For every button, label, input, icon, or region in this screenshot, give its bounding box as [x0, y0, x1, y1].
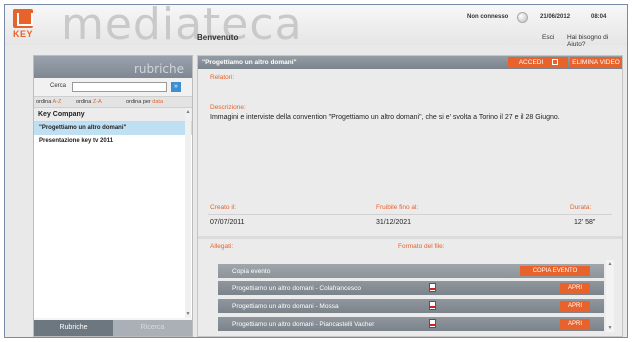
- sidebar-scrollbar[interactable]: ▲ ▼: [185, 108, 191, 318]
- list-item[interactable]: Presentazione key tv 2011: [34, 135, 192, 148]
- app-brand-title: mediateca: [61, 4, 303, 50]
- apri-button[interactable]: APRI: [560, 283, 590, 293]
- scroll-down-icon[interactable]: ▼: [606, 325, 614, 331]
- copia-evento-button[interactable]: COPIA EVENTO: [520, 266, 590, 276]
- attachment-row: Progettiamo un altro domani - Mossa APRI: [218, 299, 604, 313]
- connection-indicator-icon: [517, 12, 528, 23]
- welcome-text: Benvenuto: [197, 33, 239, 42]
- fruibile-value: 31/12/2021: [376, 219, 412, 226]
- connection-status: Non connesso: [467, 14, 509, 20]
- scroll-up-icon[interactable]: ▲: [606, 261, 614, 267]
- sidebar-tabs: Rubriche Ricerca: [34, 320, 192, 336]
- logo-mark-icon: [13, 9, 33, 28]
- scroll-up-icon[interactable]: ▲: [185, 109, 191, 115]
- logo-text: KEY: [12, 29, 33, 39]
- creato-label: Creato il:: [210, 204, 237, 211]
- help-link[interactable]: Hai bisogno di Aiuto?: [567, 34, 627, 48]
- app-window: KEY mediateca Benvenuto Non connesso 21/…: [4, 4, 628, 338]
- attachments-separator: [198, 236, 622, 239]
- video-detail-panel: "Progettiamo un altro domani" ACCEDI ELI…: [197, 55, 623, 337]
- pdf-icon: [429, 319, 436, 328]
- sidebar-search: Cerca »: [34, 78, 192, 96]
- attachment-name: Copia evento: [232, 267, 271, 275]
- list-group-header: Key Company: [34, 108, 192, 122]
- creato-value: 07/07/2011: [210, 219, 245, 226]
- rubriche-list: Key Company "Progettiamo un altro domani…: [34, 108, 192, 318]
- exit-link[interactable]: Esci: [542, 34, 554, 41]
- login-icon: [552, 59, 558, 65]
- apri-button[interactable]: APRI: [560, 301, 590, 311]
- formato-label: Formato del file:: [398, 243, 445, 250]
- date-display: 21/06/2012: [540, 14, 571, 20]
- fruibile-label: Fruibile fino al:: [376, 204, 419, 211]
- sort-az-link[interactable]: ordina A-Z: [36, 99, 61, 105]
- relatori-label: Relatori:: [210, 74, 235, 81]
- key-logo: KEY: [11, 9, 35, 41]
- sidebar-title: rubriche: [34, 56, 192, 78]
- apri-button[interactable]: APRI: [560, 319, 590, 329]
- search-button[interactable]: »: [171, 82, 181, 92]
- descrizione-text: Immagini e interviste della convention "…: [210, 114, 560, 121]
- sort-bar: ordina A-Z ordina Z-A ordina per data: [34, 96, 192, 108]
- list-item[interactable]: "Progettiamo un altro domani": [34, 122, 192, 135]
- tab-rubriche[interactable]: Rubriche: [34, 320, 113, 336]
- search-label: Cerca: [50, 83, 67, 89]
- allegati-label: Allegati:: [210, 243, 234, 250]
- header: KEY mediateca Benvenuto Non connesso 21/…: [5, 5, 627, 50]
- sort-za-link[interactable]: ordina Z-A: [76, 99, 102, 105]
- attachment-name: Progettiamo un altro domani - Mossa: [232, 302, 339, 310]
- elimina-video-button[interactable]: ELIMINA VIDEO: [570, 57, 622, 68]
- sort-date-link[interactable]: ordina per data: [126, 99, 163, 105]
- attachment-row: Progettiamo un altro domani - Piancastel…: [218, 317, 604, 331]
- video-title: "Progettiamo un altro domani": [202, 59, 297, 66]
- search-input[interactable]: [72, 82, 167, 92]
- info-divider: [208, 214, 612, 215]
- attachment-name: Progettiamo un altro domani - Piancastel…: [232, 320, 375, 328]
- time-display: 08:04: [591, 14, 607, 20]
- pdf-icon: [429, 301, 436, 310]
- accedi-button[interactable]: ACCEDI: [508, 57, 568, 68]
- scroll-down-icon[interactable]: ▼: [185, 311, 191, 317]
- sidebar: rubriche Cerca » ordina A-Z ordina Z-A o…: [33, 55, 193, 337]
- tab-ricerca[interactable]: Ricerca: [113, 320, 192, 336]
- descrizione-label: Descrizione:: [210, 104, 246, 111]
- durata-value: 12' 58": [574, 219, 596, 226]
- attachment-name: Progettiamo un altro domani - Colafrance…: [232, 284, 361, 292]
- detail-title-bar: "Progettiamo un altro domani" ACCEDI ELI…: [198, 56, 622, 69]
- attachments-scrollbar[interactable]: ▲ ▼: [606, 260, 614, 332]
- attachment-row: Copia evento COPIA EVENTO: [218, 264, 604, 278]
- pdf-icon: [429, 283, 436, 292]
- durata-label: Durata:: [570, 204, 592, 211]
- attachment-row: Progettiamo un altro domani - Colafrance…: [218, 281, 604, 295]
